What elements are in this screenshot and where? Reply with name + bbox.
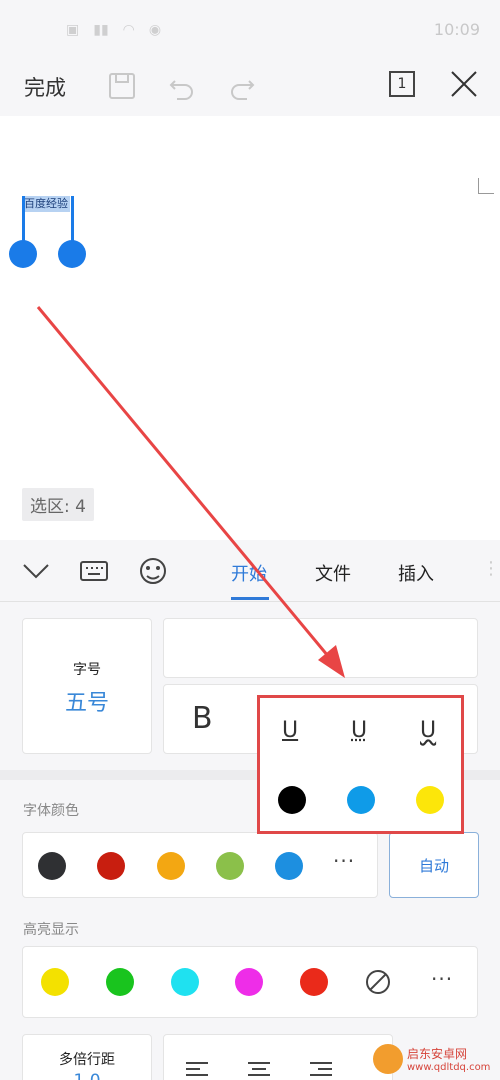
- line-spacing-button[interactable]: 多倍行距 1.0: [22, 1034, 152, 1080]
- font-color-swatch[interactable]: [38, 852, 66, 880]
- emoji-icon[interactable]: [137, 555, 169, 587]
- highlight-label: 高亮显示: [23, 919, 79, 939]
- tab-insert[interactable]: 插入: [398, 560, 434, 586]
- font-size-button[interactable]: 字号 五号: [22, 618, 152, 754]
- line-spacing-value: 1.0: [23, 1071, 151, 1080]
- notification-icon: ▣: [66, 22, 79, 38]
- font-color-swatch[interactable]: [97, 852, 125, 880]
- font-color-swatch[interactable]: [157, 852, 185, 880]
- font-size-label: 字号: [23, 659, 151, 679]
- watermark-url: www.qdltdq.com: [407, 1062, 490, 1073]
- highlight-swatch[interactable]: [171, 968, 199, 996]
- active-tab-indicator: [231, 597, 269, 600]
- align-right-icon[interactable]: [310, 1061, 332, 1080]
- underline-color-swatch[interactable]: [347, 786, 375, 814]
- highlight-swatch[interactable]: [235, 968, 263, 996]
- font-color-swatches: ···: [22, 832, 378, 898]
- keyboard-icon[interactable]: [78, 555, 110, 587]
- close-icon[interactable]: [448, 68, 480, 100]
- bold-button[interactable]: B: [192, 701, 213, 736]
- signal-icon: ▮▮: [93, 22, 108, 38]
- save-icon[interactable]: [106, 70, 138, 102]
- undo-icon[interactable]: [166, 70, 198, 102]
- font-size-value: 五号: [23, 685, 151, 717]
- underline-single-icon[interactable]: U: [282, 718, 298, 743]
- highlight-swatch[interactable]: [300, 968, 328, 996]
- page-count-button[interactable]: 1: [389, 71, 415, 97]
- font-color-swatch[interactable]: [275, 852, 303, 880]
- alignment-row: [163, 1034, 393, 1080]
- data-icon: ◉: [149, 22, 161, 38]
- wifi-icon: ◠: [123, 22, 135, 38]
- font-color-swatch[interactable]: [216, 852, 244, 880]
- align-center-icon[interactable]: [248, 1061, 270, 1080]
- highlight-swatches: ···: [22, 946, 478, 1018]
- no-color-icon[interactable]: [364, 968, 392, 996]
- highlight-swatch[interactable]: [106, 968, 134, 996]
- font-color-label: 字体颜色: [23, 800, 79, 820]
- document-canvas[interactable]: 百度经验 选区: 4: [0, 116, 500, 540]
- edit-toolbar: 开始 文件 插入 ⋮: [0, 540, 500, 602]
- tab-file[interactable]: 文件: [315, 560, 351, 586]
- underline-dotted-icon[interactable]: U: [351, 718, 367, 743]
- line-spacing-label: 多倍行距: [23, 1049, 151, 1069]
- status-bar: ▣ ▮▮ ◠ ◉ 10:09: [0, 0, 500, 60]
- underline-wavy-icon[interactable]: U: [420, 718, 436, 743]
- done-button[interactable]: 完成: [24, 72, 66, 102]
- redo-icon[interactable]: [226, 70, 258, 102]
- top-toolbar: 完成 1: [0, 60, 500, 116]
- clock: 10:09: [434, 20, 480, 39]
- status-icons: ▣ ▮▮ ◠ ◉: [66, 22, 161, 38]
- collapse-chevron-icon[interactable]: [20, 555, 52, 587]
- underline-options-popup: U U U: [257, 695, 464, 834]
- selected-text[interactable]: 百度经验: [22, 196, 70, 212]
- font-color-more-button[interactable]: ···: [333, 849, 355, 873]
- tab-start[interactable]: 开始: [231, 560, 267, 586]
- watermark-logo: 启东安卓网 www.qdltdq.com: [373, 1042, 497, 1076]
- highlight-more-button[interactable]: ···: [431, 967, 453, 991]
- auto-color-button[interactable]: 自动: [389, 832, 479, 898]
- page-corner-mark: [478, 178, 494, 194]
- watermark-title: 启东安卓网: [407, 1045, 490, 1062]
- highlight-swatch[interactable]: [41, 968, 69, 996]
- watermark-icon: [373, 1044, 403, 1074]
- tabs-overflow: ⋮: [482, 558, 500, 579]
- align-left-icon[interactable]: [186, 1061, 208, 1080]
- font-name-field[interactable]: [163, 618, 478, 678]
- underline-color-swatch[interactable]: [278, 786, 306, 814]
- selection-count-badge: 选区: 4: [22, 488, 94, 521]
- underline-color-swatch[interactable]: [416, 786, 444, 814]
